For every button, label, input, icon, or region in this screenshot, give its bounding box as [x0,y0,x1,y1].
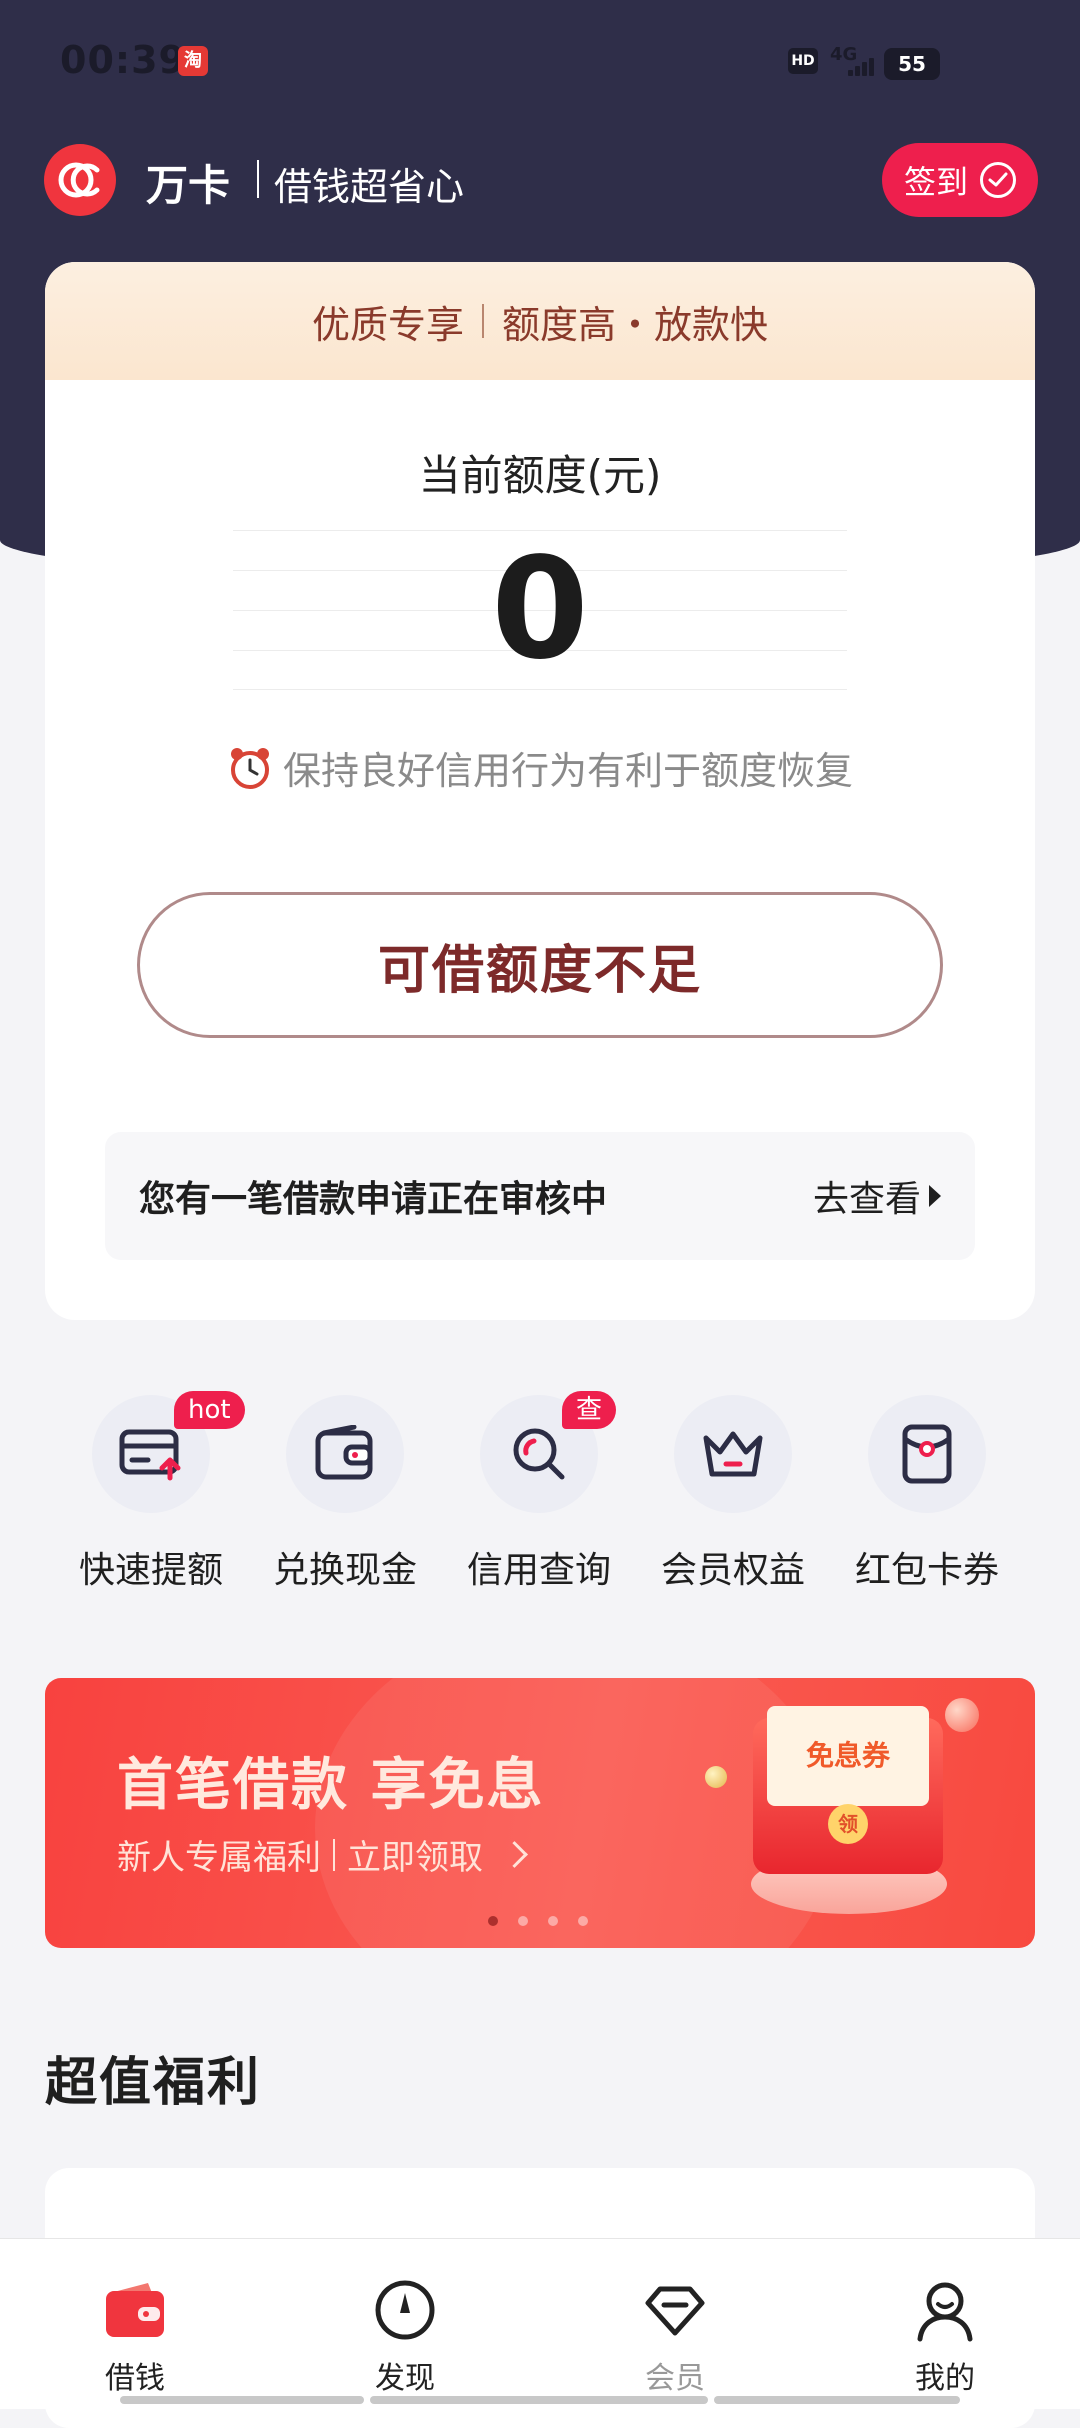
view-review-link[interactable]: 去查看 [813,1170,941,1222]
carousel-dot [578,1916,588,1926]
entry-label: 红包卡券 [854,1550,999,1591]
brand-slogan: 借钱超省心 [274,165,465,209]
chevron-right-icon [501,1841,528,1868]
home-indicator-segment [370,2396,708,2404]
credit-label: 当前额度(元) [418,451,662,500]
tab-label: 会员 [645,2361,705,2396]
tab-label: 发现 [375,2361,435,2396]
entry-label: 快速提额 [78,1550,223,1591]
banner-divider [482,304,484,338]
wallet-icon [286,1395,404,1513]
query-badge: 查 [562,1391,617,1429]
coupon-ticket: 免息券 [767,1706,929,1806]
card-banner: 优质专享 额度高・放款快 [45,262,1035,380]
red-envelope-icon [868,1395,986,1513]
banner-left-text: 优质专享 [311,302,464,347]
entry-red-envelope[interactable]: 红包卡券 [830,1395,1024,1593]
brand-name: 万卡 [146,161,231,210]
view-review-label: 去查看 [812,1179,921,1220]
signin-label: 签到 [903,163,968,201]
arrow-right-icon [929,1185,941,1207]
tab-mine[interactable]: 我的 [865,2277,1025,2397]
insufficient-quota-button[interactable]: 可借额度不足 [137,892,943,1038]
loan-review-row[interactable]: 您有一笔借款申请正在审核中 去查看 [105,1132,975,1260]
signin-button[interactable]: 签到 [882,143,1038,217]
bottom-nav: 借钱 发现 会员 我的 [0,2238,1080,2409]
diamond-icon [645,2286,705,2336]
wanka-logo-icon [44,144,116,216]
carousel-dot [548,1916,558,1926]
brand-divider [257,160,259,198]
entry-exchange-cash[interactable]: 兑换现金 [248,1395,442,1593]
battery-indicator: 55 [884,48,940,80]
alarm-clock-icon [230,747,269,789]
hot-badge: hot [174,1391,245,1429]
credit-tip: 保持良好信用行为有利于额度恢复 [45,740,1035,795]
decor-ball [945,1698,979,1732]
promo-banner[interactable]: 首笔借款 享免息 新人专属福利 立即领取 免息券 领 [45,1678,1035,1948]
coupon-coin: 领 [828,1804,868,1844]
check-icon [980,162,1016,198]
home-indicator-segment [714,2396,960,2404]
carousel-dot [488,1916,498,1926]
tip-text: 保持良好信用行为有利于额度恢复 [282,749,853,793]
promo-title: 首笔借款 享免息 [117,1753,545,1818]
hd-icon: HD [788,48,818,74]
user-icon [917,2282,973,2342]
review-text: 您有一笔借款申请正在审核中 [139,1179,608,1220]
entry-member-benefits[interactable]: 会员权益 [636,1395,830,1593]
promo-sub-left: 新人专属福利 [117,1838,321,1878]
crown-icon [674,1395,792,1513]
tab-borrow[interactable]: 借钱 [55,2277,215,2397]
banner-right-text: 额度高・放款快 [502,302,769,347]
tab-label: 我的 [915,2361,975,2396]
credit-value: 0 [491,528,589,691]
taobao-notification-icon: 淘 [178,46,208,76]
promo-sub-right: 立即领取 [347,1838,483,1878]
quick-entries: hot 快速提额 兑换现金 查 信用查询 会员权益 红包卡券 [0,1391,1080,1595]
credit-card-panel: 优质专享 额度高・放款快 当前额度(元) 0 保持良好信用行为有利于额度恢复 可… [45,262,1035,1320]
entry-label: 会员权益 [660,1550,805,1591]
promo-divider [333,1838,335,1871]
status-time: 00:39 [60,38,186,82]
carousel-dots [488,1916,588,1926]
carousel-dot [518,1916,528,1926]
wallet-tab-icon [106,2283,164,2337]
promo-subtitle: 新人专属福利 立即领取 [117,1830,528,1879]
tab-member[interactable]: 会员 [595,2277,755,2397]
compass-icon [375,2280,435,2340]
tab-discover[interactable]: 发现 [325,2277,485,2397]
card-upload-icon: hot [92,1391,245,1513]
tab-label: 借钱 [105,2361,165,2396]
entry-label: 兑换现金 [272,1550,417,1591]
section-title: 超值福利 [45,2053,262,2113]
search-icon: 查 [480,1391,617,1513]
signal-icon [848,58,878,76]
entry-quick-raise[interactable]: hot 快速提额 [54,1391,248,1593]
decor-ball [705,1766,727,1788]
entry-credit-query[interactable]: 查 信用查询 [442,1391,636,1593]
entry-label: 信用查询 [466,1550,611,1591]
home-indicator-segment [120,2396,364,2404]
